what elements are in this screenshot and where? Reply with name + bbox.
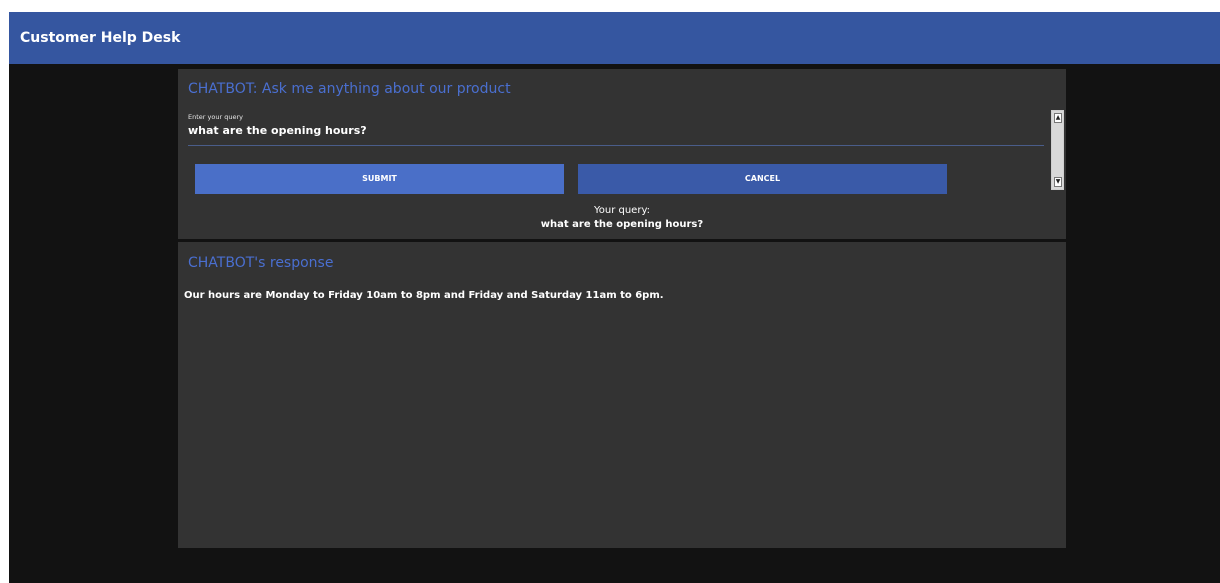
app-header: Customer Help Desk [9, 12, 1220, 64]
response-panel-heading: CHATBOT's response [188, 255, 334, 271]
app-title: Customer Help Desk [20, 30, 181, 46]
your-query-summary: Your query: what are the opening hours? [178, 204, 1066, 232]
response-text: Our hours are Monday to Friday 10am to 8… [184, 290, 664, 301]
submit-button[interactable]: SUBMIT [195, 164, 564, 194]
query-field[interactable]: Enter your query [188, 113, 1044, 146]
scroll-up-arrow-icon[interactable]: ▲ [1054, 113, 1062, 123]
query-input[interactable] [188, 124, 988, 137]
query-field-label: Enter your query [188, 113, 243, 121]
query-scrollbar[interactable]: ▲ ▼ [1051, 110, 1064, 190]
response-panel: CHATBOT's response Our hours are Monday … [178, 242, 1066, 548]
app-window: Customer Help Desk CHATBOT: Ask me anyth… [9, 12, 1220, 583]
scroll-down-arrow-icon[interactable]: ▼ [1054, 177, 1062, 187]
query-panel: CHATBOT: Ask me anything about our produ… [178, 69, 1066, 239]
your-query-value: what are the opening hours? [540, 219, 704, 230]
cancel-button[interactable]: CANCEL [578, 164, 947, 194]
query-panel-heading: CHATBOT: Ask me anything about our produ… [188, 81, 511, 97]
your-query-label: Your query: [593, 205, 651, 216]
